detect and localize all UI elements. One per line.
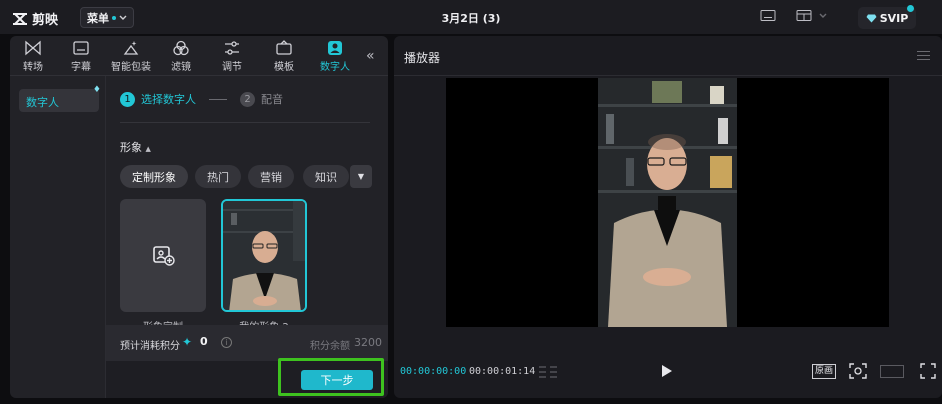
filter-icon bbox=[173, 40, 189, 56]
material-panel: 转场 字幕 智能包装 滤镜 调节 模板 数字人 « 数字人 ♦ 1 选择数字人 … bbox=[10, 36, 388, 398]
player-panel: 播放器 00:00:00:00 00:00:01:14 原画 bbox=[394, 36, 942, 398]
keyboard-icon[interactable] bbox=[760, 9, 776, 22]
svip-button[interactable]: SVIP bbox=[858, 5, 916, 29]
sidebar-item-label: 数字人 bbox=[26, 96, 59, 109]
video-stage[interactable] bbox=[446, 78, 889, 327]
original-quality-button[interactable]: 原画 bbox=[812, 364, 836, 379]
card-my-avatar[interactable] bbox=[221, 199, 307, 312]
player-header: 播放器 bbox=[394, 36, 942, 76]
smart-pack-icon bbox=[123, 41, 139, 55]
adjust-icon bbox=[225, 41, 239, 55]
play-icon[interactable] bbox=[662, 365, 672, 377]
tab-label: 智能包装 bbox=[111, 62, 151, 73]
more-chips-dropdown[interactable]: ▼ bbox=[350, 165, 372, 188]
step-2-label[interactable]: 配音 bbox=[261, 91, 283, 107]
fullscreen-icon[interactable] bbox=[920, 363, 936, 379]
diamond-icon bbox=[866, 14, 877, 22]
layout-dropdown-icon[interactable] bbox=[819, 13, 827, 19]
avatar-thumbnail bbox=[223, 201, 305, 310]
vip-diamond-icon: ♦ bbox=[92, 85, 101, 95]
hamburger-menu-icon[interactable] bbox=[917, 51, 930, 63]
step-1-number: 1 bbox=[120, 91, 135, 107]
tab-smart-pack[interactable]: 智能包装 bbox=[108, 39, 154, 75]
player-controls: 00:00:00:00 00:00:01:14 原画 bbox=[394, 360, 942, 386]
top-bar: 剪映 菜单 3月2日 (3) SVIP bbox=[0, 0, 942, 34]
cost-bar: 预计消耗积分 ✦ 0 i 积分余额 3200 bbox=[106, 325, 388, 361]
tab-label: 字幕 bbox=[71, 62, 91, 73]
tab-digital-human[interactable]: 数字人 bbox=[312, 39, 358, 75]
subtitle-icon bbox=[73, 41, 89, 55]
sidebar-item-digital-human[interactable]: 数字人 ♦ bbox=[19, 85, 101, 112]
category-sidebar: 数字人 ♦ bbox=[10, 76, 106, 398]
svip-label: SVIP bbox=[879, 11, 909, 25]
add-image-icon bbox=[153, 246, 175, 266]
layout-icon[interactable] bbox=[796, 9, 812, 22]
step-indicator: 1 选择数字人 2 配音 bbox=[120, 91, 283, 107]
section-title-avatar[interactable]: 形象 ▲ bbox=[120, 139, 151, 155]
step-1-label[interactable]: 选择数字人 bbox=[141, 91, 196, 107]
total-timecode: 00:00:01:14 bbox=[469, 366, 536, 377]
tab-label: 数字人 bbox=[320, 62, 350, 73]
collapse-panel-icon[interactable]: « bbox=[366, 48, 375, 64]
balance-value: 3200 bbox=[354, 336, 382, 349]
presenter-video-image bbox=[598, 78, 737, 327]
tool-tabs: 转场 字幕 智能包装 滤镜 调节 模板 数字人 « bbox=[10, 36, 388, 76]
aspect-ratio-button[interactable] bbox=[880, 365, 904, 378]
info-icon[interactable]: i bbox=[221, 337, 232, 348]
chip-marketing[interactable]: 营销 bbox=[248, 165, 294, 188]
tab-adjust[interactable]: 调节 bbox=[209, 39, 255, 75]
video-frame bbox=[598, 78, 737, 327]
tab-label: 滤镜 bbox=[171, 62, 191, 73]
sparkle-icon: ✦ bbox=[182, 335, 193, 349]
svip-notification-dot bbox=[907, 5, 914, 12]
chip-custom-avatar[interactable]: 定制形象 bbox=[120, 165, 188, 188]
divider bbox=[120, 122, 370, 123]
card-custom-avatar[interactable] bbox=[120, 199, 206, 312]
section-title-text: 形象 bbox=[120, 141, 142, 154]
step-connector bbox=[209, 98, 227, 100]
cost-label: 预计消耗积分 bbox=[120, 341, 180, 352]
collapse-arrow-icon: ▲ bbox=[145, 145, 151, 153]
fit-view-icon[interactable] bbox=[849, 363, 867, 379]
tab-subtitle[interactable]: 字幕 bbox=[58, 39, 104, 75]
tab-label: 调节 bbox=[222, 62, 242, 73]
tab-label: 模板 bbox=[274, 62, 294, 73]
tab-filter[interactable]: 滤镜 bbox=[158, 39, 204, 75]
player-title: 播放器 bbox=[404, 51, 441, 65]
chip-knowledge[interactable]: 知识 bbox=[303, 165, 349, 188]
cost-value: 0 bbox=[200, 335, 208, 348]
tab-template[interactable]: 模板 bbox=[261, 39, 307, 75]
transition-icon bbox=[25, 40, 41, 56]
next-step-button[interactable]: 下一步 bbox=[301, 370, 373, 390]
digital-human-icon bbox=[328, 41, 342, 55]
tab-transition[interactable]: 转场 bbox=[10, 39, 56, 75]
tab-label: 转场 bbox=[23, 62, 43, 73]
current-timecode: 00:00:00:00 bbox=[400, 366, 467, 377]
chip-hot[interactable]: 热门 bbox=[195, 165, 241, 188]
timeline-grid-icon[interactable] bbox=[538, 365, 558, 379]
balance-label: 积分余额 bbox=[310, 341, 350, 352]
step-2-number: 2 bbox=[240, 91, 255, 107]
template-icon bbox=[276, 40, 292, 55]
